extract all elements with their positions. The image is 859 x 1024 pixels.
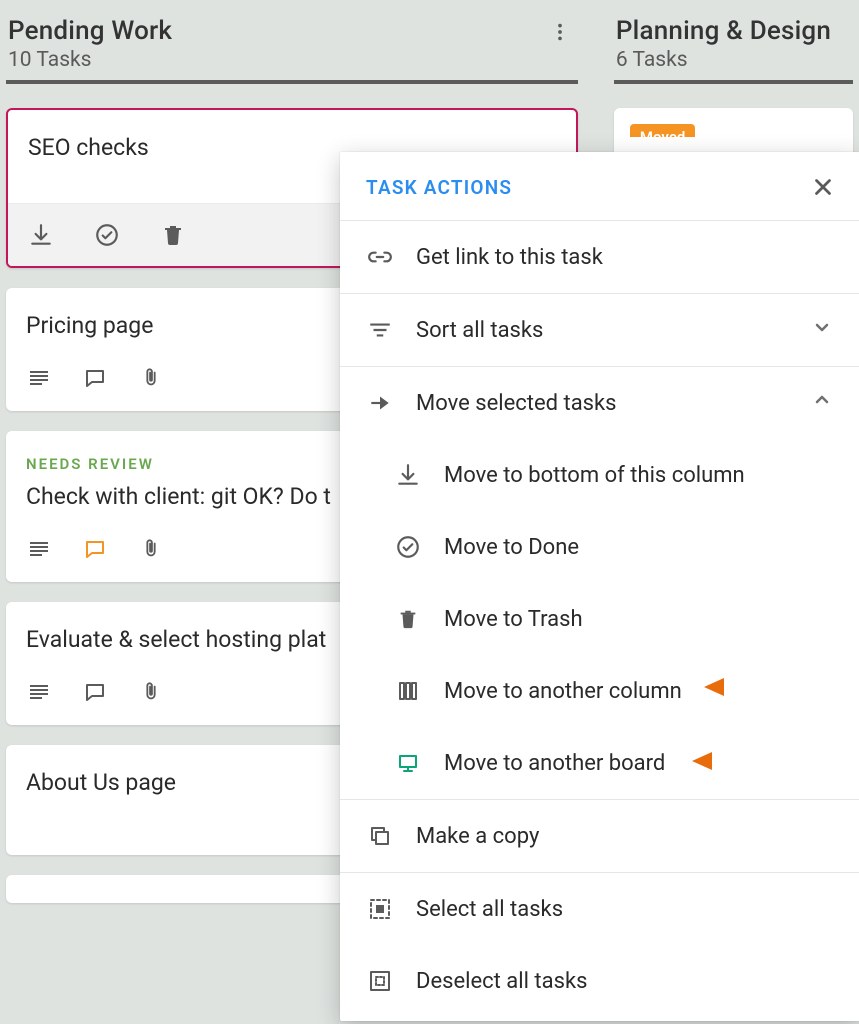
menu-item-get-link[interactable]: Get link to this task: [340, 221, 859, 293]
menu-item-label: Make a copy: [416, 824, 539, 849]
attachment-icon: [138, 536, 164, 562]
arrow-right-icon: [366, 389, 394, 417]
menu-item-label: Move to another column: [444, 679, 682, 704]
menu-item-move-selected[interactable]: Move selected tasks: [340, 366, 859, 439]
menu-item-move-done[interactable]: Move to Done: [340, 511, 859, 583]
menu-item-label: Move to another board: [444, 751, 665, 776]
board-icon: [394, 749, 422, 777]
column-subtitle-pending: 10 Tasks: [8, 48, 172, 72]
menu-item-move-board[interactable]: Move to another board: [340, 727, 859, 799]
comment-icon: [82, 536, 108, 562]
menu-item-sort-all[interactable]: Sort all tasks: [340, 293, 859, 366]
description-icon: [26, 365, 52, 391]
download-icon[interactable]: [28, 222, 54, 248]
moved-badge: Moved: [630, 124, 695, 150]
menu-item-label: Move to bottom of this column: [444, 463, 745, 488]
menu-item-move-bottom[interactable]: Move to bottom of this column: [340, 439, 859, 511]
description-icon: [26, 536, 52, 562]
sort-icon: [366, 316, 394, 344]
column-header-pending: Pending Work 10 Tasks: [6, 0, 578, 84]
menu-item-make-copy[interactable]: Make a copy: [340, 799, 859, 872]
check-circle-icon[interactable]: [94, 222, 120, 248]
trash-icon: [394, 605, 422, 633]
check-circle-icon: [394, 533, 422, 561]
menu-item-label: Select all tasks: [416, 897, 563, 922]
comment-icon: [82, 679, 108, 705]
comment-icon: [82, 365, 108, 391]
link-icon: [366, 243, 394, 271]
task-actions-menu: TASK ACTIONS Get link to this task Sort …: [340, 152, 859, 1021]
column-title-pending: Pending Work: [8, 16, 172, 46]
menu-item-move-trash[interactable]: Move to Trash: [340, 583, 859, 655]
column-title-planning: Planning & Design: [616, 16, 831, 46]
chevron-up-icon: [810, 388, 834, 418]
menu-item-select-all[interactable]: Select all tasks: [340, 872, 859, 945]
select-all-icon: [366, 895, 394, 923]
menu-item-label: Sort all tasks: [416, 318, 543, 343]
menu-item-label: Move to Trash: [444, 607, 583, 632]
trash-icon[interactable]: [160, 222, 186, 248]
close-icon[interactable]: [808, 172, 838, 202]
deselect-all-icon: [366, 967, 394, 995]
download-icon: [394, 461, 422, 489]
menu-item-label: Get link to this task: [416, 245, 603, 270]
menu-item-move-column[interactable]: Move to another column: [340, 655, 859, 727]
menu-item-label: Deselect all tasks: [416, 969, 587, 994]
attachment-icon: [138, 365, 164, 391]
columns-icon: [394, 677, 422, 705]
column-menu-button[interactable]: [544, 16, 576, 48]
attachment-icon: [138, 679, 164, 705]
column-subtitle-planning: 6 Tasks: [616, 48, 831, 72]
menu-item-label: Move selected tasks: [416, 391, 617, 416]
menu-item-deselect-all[interactable]: Deselect all tasks: [340, 945, 859, 1017]
menu-title: TASK ACTIONS: [366, 176, 512, 199]
menu-item-label: Move to Done: [444, 535, 579, 560]
chevron-down-icon: [810, 315, 834, 345]
column-header-planning: Planning & Design 6 Tasks: [614, 0, 853, 84]
copy-icon: [366, 822, 394, 850]
description-icon: [26, 679, 52, 705]
